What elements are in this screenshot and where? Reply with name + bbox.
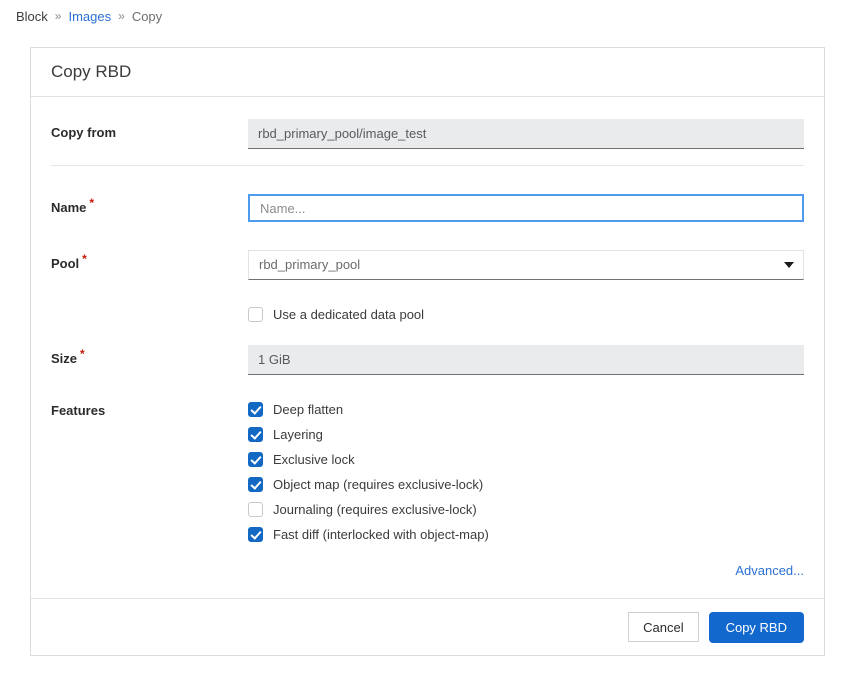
feature-row-object-map[interactable]: Object map (requires exclusive-lock) xyxy=(248,472,804,497)
dedicated-data-pool-checkbox-row[interactable]: Use a dedicated data pool xyxy=(248,302,804,327)
feature-row-exclusive-lock[interactable]: Exclusive lock xyxy=(248,447,804,472)
form-row-features: Features Deep flatten Layering Exclusive… xyxy=(51,397,804,547)
feature-label-object-map[interactable]: Object map (requires exclusive-lock) xyxy=(273,477,483,492)
copy-rbd-card: Copy RBD Copy from Name* Pool* xyxy=(30,47,825,656)
form-row-name: Name * xyxy=(51,194,804,222)
features-list: Deep flatten Layering Exclusive lock Obj… xyxy=(248,397,804,547)
dedicated-data-pool-label[interactable]: Use a dedicated data pool xyxy=(273,307,424,322)
form-row-pool: Pool * rbd_primary_pool xyxy=(51,250,804,280)
card-body: Copy from Name* Pool* rbd_primary_ xyxy=(31,97,824,598)
feature-checkbox-object-map[interactable] xyxy=(248,477,263,492)
feature-checkbox-fast-diff[interactable] xyxy=(248,527,263,542)
required-asterisk: * xyxy=(89,195,95,210)
size-input xyxy=(248,345,804,375)
pool-select[interactable]: rbd_primary_pool xyxy=(248,250,804,280)
card-header: Copy RBD xyxy=(31,48,824,97)
page-title: Copy RBD xyxy=(51,62,132,81)
form-row-dedicated-data-pool: Use a dedicated data pool xyxy=(51,302,804,327)
copy-from-label: Copy from xyxy=(51,125,116,140)
cancel-button[interactable]: Cancel xyxy=(628,612,699,642)
size-label-text: Size xyxy=(51,351,78,366)
name-label: Name * xyxy=(51,194,248,215)
required-asterisk: * xyxy=(82,251,87,266)
breadcrumb: Block » Images » Copy xyxy=(0,0,855,32)
breadcrumb-item-images[interactable]: Images xyxy=(68,9,111,24)
pool-label: Pool * xyxy=(51,250,248,271)
feature-row-layering[interactable]: Layering xyxy=(248,422,804,447)
form-row-copy-from: Copy from xyxy=(51,119,804,149)
card-footer: Cancel Copy RBD xyxy=(31,598,824,655)
breadcrumb-item-block[interactable]: Block xyxy=(16,9,48,24)
feature-checkbox-layering[interactable] xyxy=(248,427,263,442)
breadcrumb-separator-icon: » xyxy=(118,9,125,23)
size-label: Size * xyxy=(51,345,248,366)
feature-checkbox-deep-flatten[interactable] xyxy=(248,402,263,417)
advanced-link-wrap: Advanced... xyxy=(51,563,804,578)
pool-select-value[interactable]: rbd_primary_pool xyxy=(248,250,804,280)
copy-rbd-submit-button[interactable]: Copy RBD xyxy=(708,611,804,643)
feature-label-layering[interactable]: Layering xyxy=(273,427,323,442)
features-label: Features xyxy=(51,403,106,418)
feature-checkbox-journaling[interactable] xyxy=(248,502,263,517)
breadcrumb-item-copy: Copy xyxy=(131,8,163,24)
feature-row-journaling[interactable]: Journaling (requires exclusive-lock) xyxy=(248,497,804,522)
breadcrumb-separator-icon: » xyxy=(54,9,62,23)
required-asterisk: * xyxy=(80,346,85,361)
pool-label-text: Pool xyxy=(51,256,80,271)
feature-row-deep-flatten[interactable]: Deep flatten xyxy=(248,397,804,422)
dedicated-data-pool-checkbox[interactable] xyxy=(248,307,263,322)
feature-label-exclusive-lock[interactable]: Exclusive lock xyxy=(273,452,355,467)
dedicated-data-pool-spacer xyxy=(51,302,248,308)
name-input[interactable] xyxy=(248,194,804,222)
feature-row-fast-diff[interactable]: Fast diff (interlocked with object-map) xyxy=(248,522,804,547)
name-label-text: Name xyxy=(51,200,87,215)
feature-checkbox-exclusive-lock[interactable] xyxy=(248,452,263,467)
feature-label-journaling[interactable]: Journaling (requires exclusive-lock) xyxy=(273,502,477,517)
feature-label-fast-diff[interactable]: Fast diff (interlocked with object-map) xyxy=(273,527,489,542)
advanced-link[interactable]: Advanced... xyxy=(735,563,804,578)
form-row-size: Size * xyxy=(51,345,804,375)
feature-label-deep-flatten[interactable]: Deep flatten xyxy=(273,402,343,417)
copy-from-input xyxy=(248,119,804,149)
